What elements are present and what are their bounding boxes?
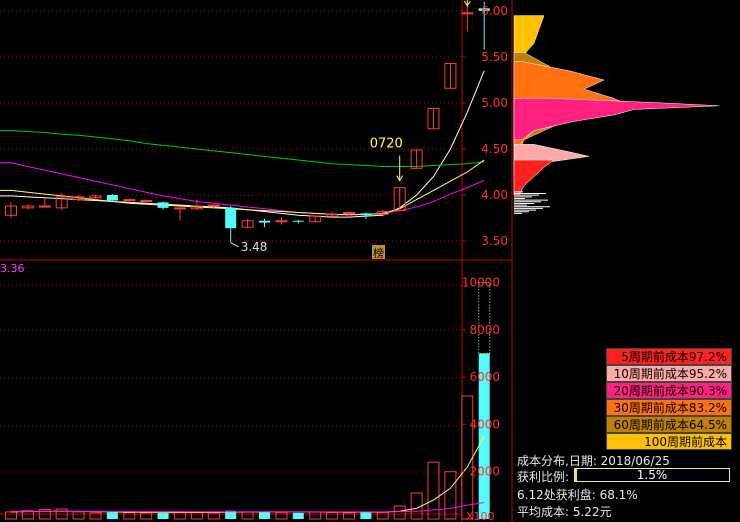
- volume-bar: [72, 511, 85, 520]
- candle-body: [38, 205, 51, 208]
- legend-row-20: 20周期前成本90.3%: [606, 382, 732, 399]
- candle-body: [157, 202, 169, 208]
- cost-profile-layer: [513, 98, 720, 141]
- candle-body: [259, 220, 270, 223]
- candle-body: [123, 199, 136, 202]
- average-cost: 平均成本: 5.22元: [517, 505, 612, 519]
- volume-bar: [376, 511, 389, 520]
- volume-bar: [393, 505, 406, 520]
- volume-tick-label: 6000: [469, 370, 500, 384]
- candle-body: [343, 211, 355, 214]
- profit-at-price: 6.12处获利盘: 68.1%: [517, 488, 638, 502]
- legend-row-10: 10周期前成本95.2%: [606, 365, 732, 382]
- volume-bar: [292, 512, 304, 519]
- volume-ma-line: [10, 435, 485, 513]
- price-ma-line: [10, 130, 485, 167]
- volume-bar: [444, 471, 457, 520]
- volume-bar: [157, 513, 169, 519]
- candle-body: [292, 220, 304, 222]
- volume-bar: [190, 511, 203, 520]
- low-price-label: 3.48: [241, 240, 268, 254]
- volume-bar: [275, 511, 288, 520]
- cost-legend: 5周期前成本97.2% 10周期前成本95.2% 20周期前成本90.3% 30…: [606, 348, 732, 466]
- volume-tick-label: 10000: [462, 276, 500, 290]
- left-value-label: 3.36: [0, 262, 25, 275]
- volume-bar: [461, 395, 474, 520]
- price-tick-label: 6.00: [481, 4, 508, 18]
- candle-body: [207, 204, 220, 207]
- price-axis: 6.00 5.50 5.00 4.50 4.00 3.50: [462, 4, 508, 248]
- volume-bar: [259, 511, 270, 519]
- legend-row-100: 100周期前成本42.2%: [606, 433, 732, 466]
- low-pointer: [230, 242, 239, 248]
- volume-bar: [241, 511, 254, 520]
- candle-body: [461, 12, 474, 15]
- panel-frame: [0, 0, 513, 522]
- volume-bar: [5, 511, 17, 520]
- price-tick-label: 3.50: [481, 234, 508, 248]
- candle-body: [140, 200, 153, 203]
- price-tick-label: 4.50: [481, 142, 508, 156]
- legend-row-30: 30周期前成本83.2%: [606, 399, 732, 416]
- volume-bars: [5, 282, 491, 520]
- volume-bar: [360, 511, 372, 519]
- volume-tick-label: 2000: [469, 465, 500, 479]
- candle-body: [106, 195, 118, 201]
- profit-ratio-label: 获利比例:: [517, 470, 570, 484]
- volume-bar: [106, 512, 118, 519]
- cost-distribution-profile: [513, 15, 720, 214]
- volume-tick-label: 4000: [469, 417, 500, 431]
- volume-bar: [326, 511, 339, 520]
- volume-dotted-outline: [478, 282, 491, 354]
- volume-unit: X100: [466, 510, 495, 522]
- distribution-date: 成本分布,日期: 2018/06/25: [517, 454, 670, 468]
- price-ma-line: [10, 162, 485, 216]
- volume-tick-label: 8000: [469, 323, 500, 337]
- price-ma-line: [10, 70, 485, 218]
- volume-bar: [174, 511, 186, 520]
- legend-row-5: 5周期前成本97.2%: [606, 348, 732, 365]
- badge-label: 榜: [373, 246, 384, 260]
- price-tick-label: 5.00: [481, 96, 508, 110]
- volume-axis: 10000 8000 6000 4000 2000 X100 3.36: [0, 262, 500, 522]
- candle-body: [225, 207, 237, 229]
- legend-row-60: 60周期前成本64.5%: [606, 416, 732, 433]
- profit-ratio-value: 1.5%: [636, 468, 668, 482]
- price-tick-label: 5.50: [481, 50, 508, 64]
- volume-ma-line: [11, 501, 485, 513]
- volume-average-lines: [10, 435, 485, 513]
- cost-profile-layer: [513, 159, 555, 196]
- price-tick-label: 4.00: [481, 188, 508, 202]
- annotation-label: 0720: [370, 137, 403, 152]
- candle-body: [275, 220, 288, 223]
- candle-body: [360, 213, 372, 216]
- candle-body: [174, 207, 186, 210]
- volume-bar: [309, 511, 322, 520]
- profit-ratio-bar: 1.5%: [574, 468, 730, 482]
